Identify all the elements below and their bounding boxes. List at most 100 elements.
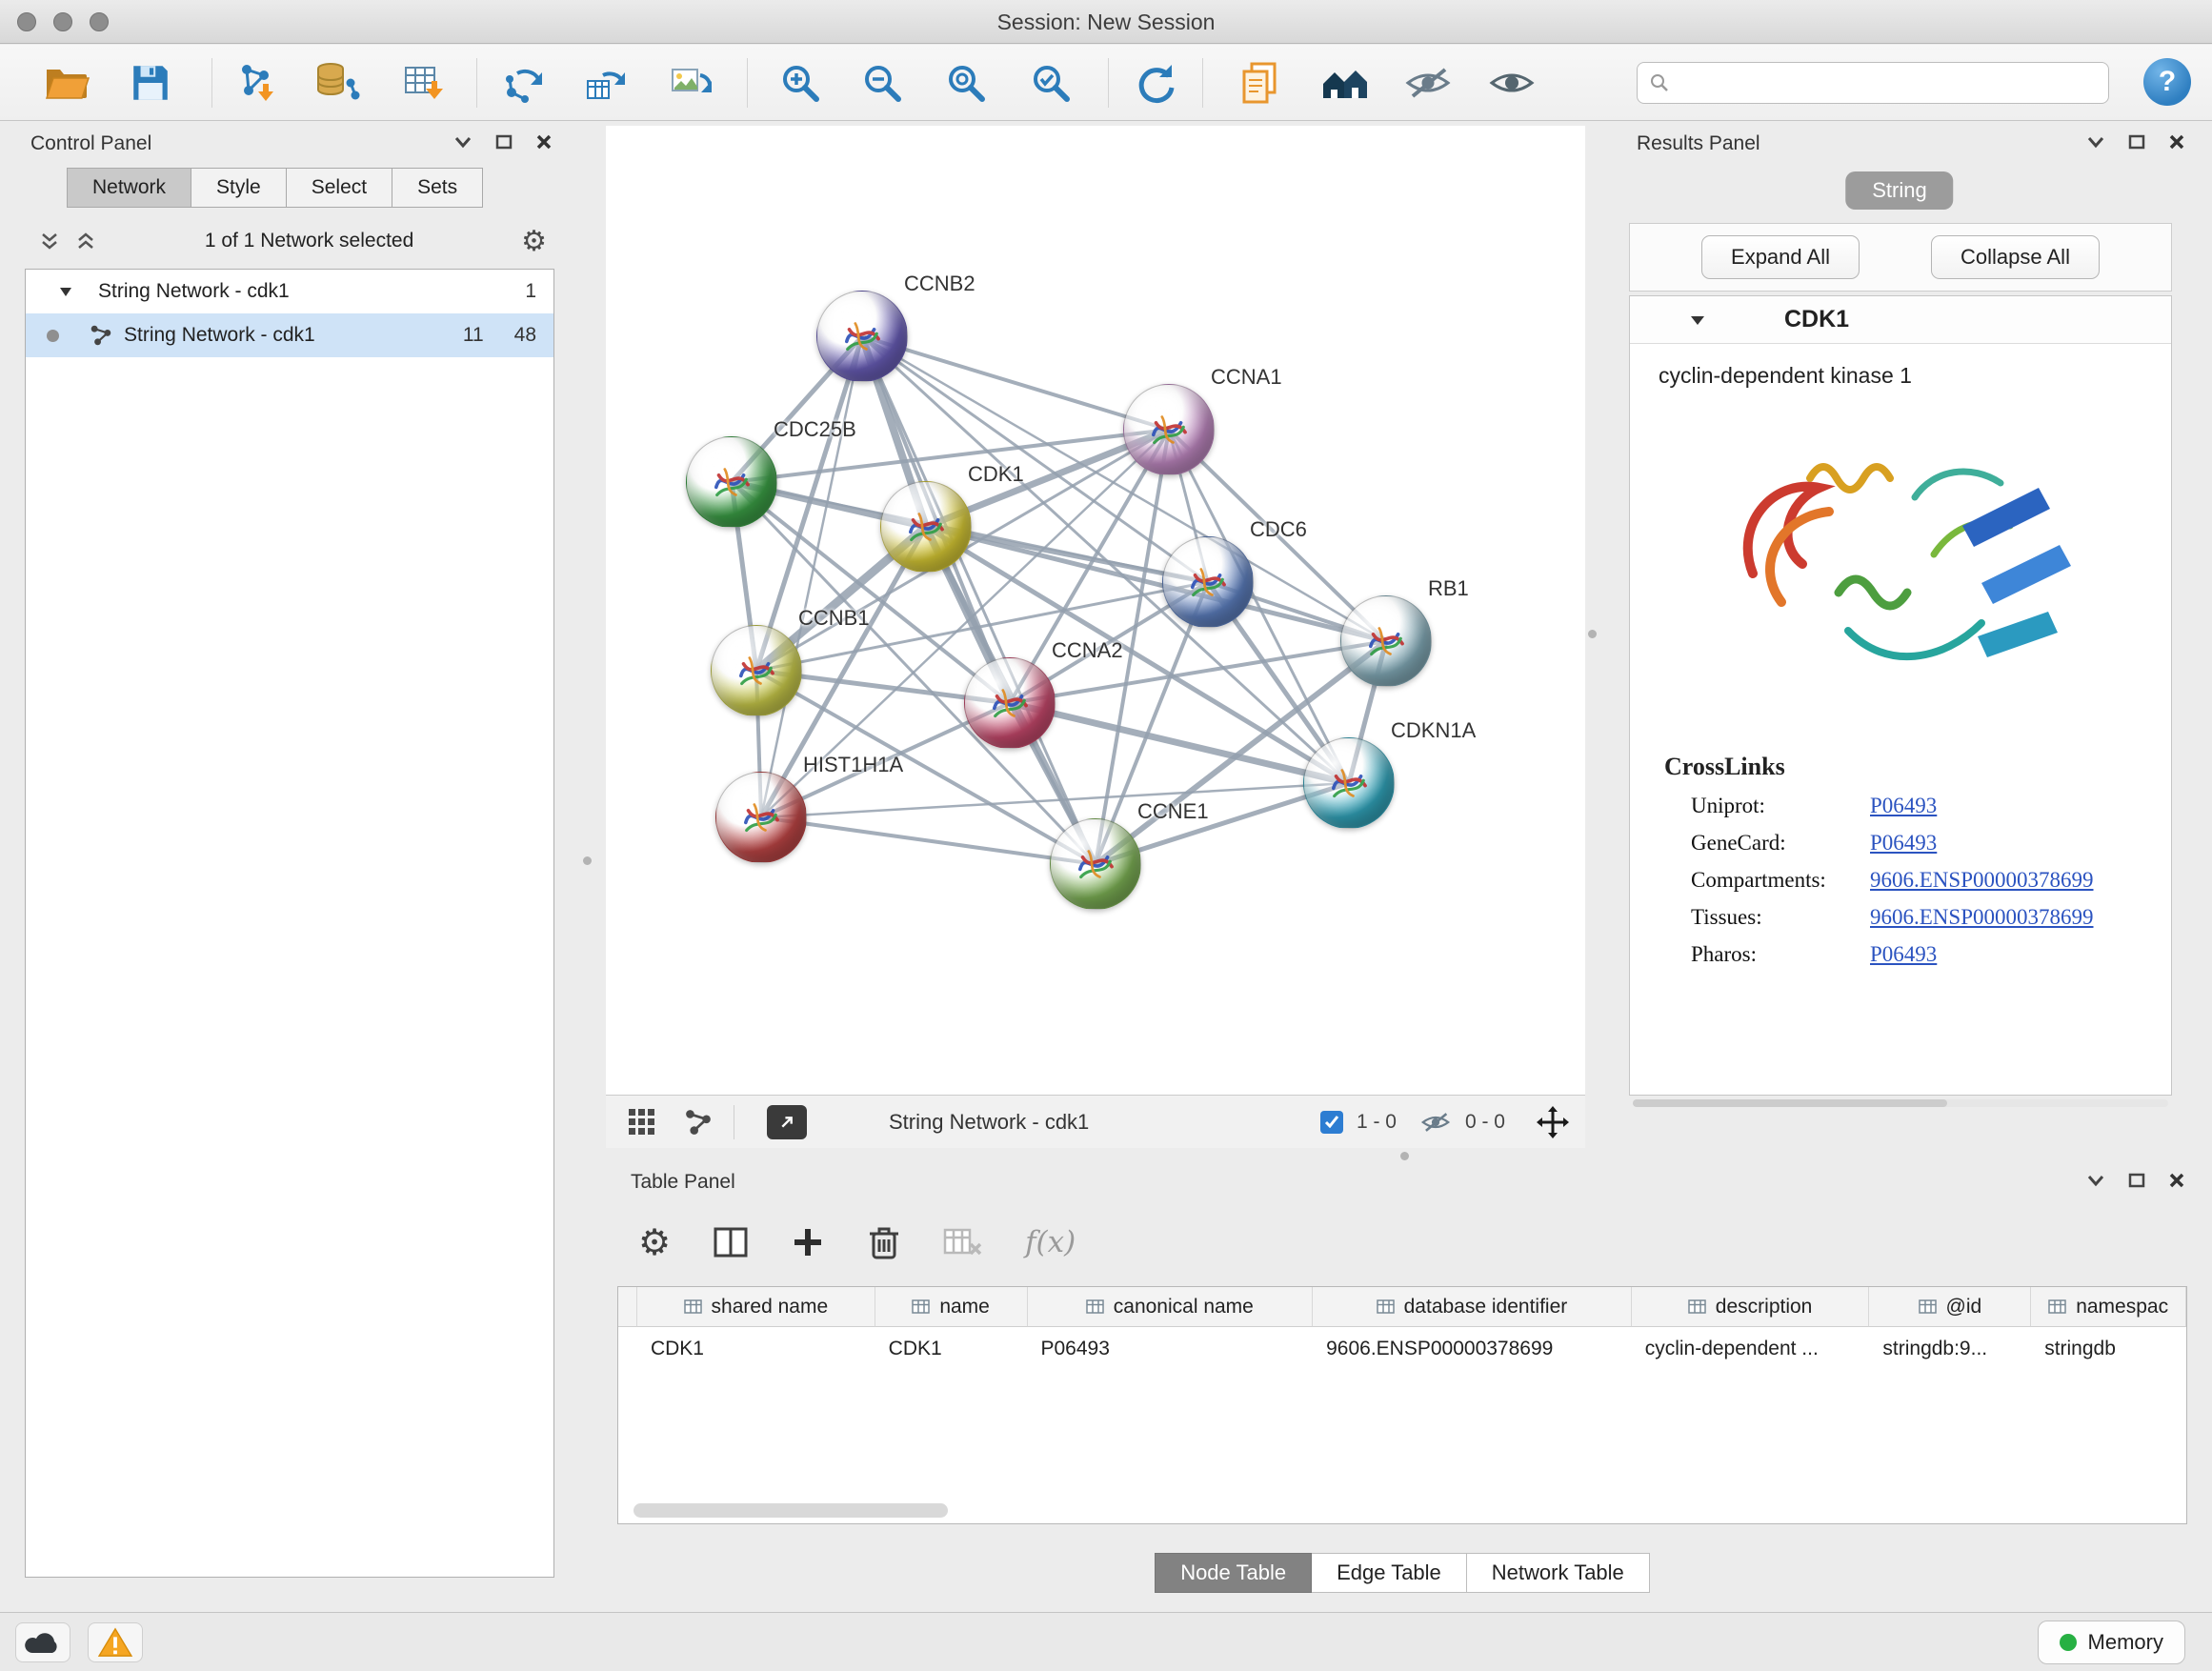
float-panel-icon[interactable] [2128, 1173, 2145, 1188]
vertical-splitter-handle[interactable] [583, 856, 592, 865]
expand-all-button[interactable]: Expand All [1701, 235, 1860, 279]
help-button[interactable]: ? [2143, 58, 2191, 106]
network-canvas[interactable]: CCNB2CCNA1CDC25BCDK1CDC6RB1CCNB1CCNA2CDK… [606, 126, 1585, 1095]
tab-network-table[interactable]: Network Table [1467, 1553, 1650, 1593]
expand-all-icon[interactable] [74, 230, 97, 252]
section-collapse-icon[interactable] [1689, 313, 1706, 327]
pan-move-icon[interactable] [1536, 1105, 1570, 1139]
collapse-all-button[interactable]: Collapse All [1931, 235, 2100, 279]
network-node-ccnb2[interactable] [816, 291, 908, 382]
tab-style[interactable]: Style [191, 168, 287, 208]
network-node-hist1h1a[interactable] [715, 772, 807, 863]
show-all-button[interactable] [1485, 56, 1538, 110]
network-node-ccna2[interactable] [964, 657, 1056, 749]
column-header-shared-name[interactable]: shared name [637, 1287, 875, 1327]
close-panel-icon[interactable] [2168, 1172, 2185, 1189]
network-node-ccne1[interactable] [1050, 818, 1141, 910]
table-cell[interactable]: CDK1 [875, 1327, 1028, 1371]
table-options-gear-icon[interactable]: ⚙ [638, 1221, 671, 1263]
tab-network[interactable]: Network [67, 168, 191, 208]
crosslink-link[interactable]: 9606.ENSP00000378699 [1870, 905, 2094, 930]
column-header-database-identifier[interactable]: database identifier [1313, 1287, 1632, 1327]
cloud-status-button[interactable] [15, 1622, 70, 1662]
column-header-name[interactable]: name [875, 1287, 1028, 1327]
network-node-ccnb1[interactable] [711, 625, 802, 716]
table-cell[interactable]: stringdb [2031, 1327, 2186, 1371]
panel-menu-chevron-icon[interactable] [2086, 1174, 2105, 1187]
tab-string[interactable]: String [1845, 171, 1953, 210]
close-panel-icon[interactable] [535, 133, 553, 151]
open-session-button[interactable] [40, 56, 93, 110]
close-panel-icon[interactable] [2168, 133, 2185, 151]
network-share-icon[interactable] [684, 1108, 713, 1137]
network-node-rb1[interactable] [1340, 595, 1432, 687]
network-node-ccna1[interactable] [1123, 384, 1215, 475]
import-network-file-button[interactable] [231, 56, 285, 110]
horizontal-splitter-handle[interactable] [1400, 1152, 1409, 1160]
network-edge[interactable] [1010, 703, 1349, 783]
column-header-description[interactable]: description [1632, 1287, 1870, 1327]
search-input[interactable] [1679, 71, 2097, 94]
crosslink-link[interactable]: 9606.ENSP00000378699 [1870, 868, 2094, 893]
network-node-cdc6[interactable] [1162, 536, 1254, 628]
network-node-cdkn1a[interactable] [1303, 737, 1395, 829]
zoom-in-button[interactable] [774, 56, 827, 110]
table-cell[interactable]: P06493 [1027, 1327, 1313, 1371]
grid-view-icon[interactable] [627, 1107, 657, 1137]
network-node-cdc25b[interactable] [686, 436, 777, 528]
first-neighbors-button[interactable] [1318, 56, 1372, 110]
zoom-selected-button[interactable] [1024, 56, 1077, 110]
select-columns-icon[interactable] [713, 1226, 749, 1258]
network-edge[interactable] [862, 336, 1169, 430]
table-cell[interactable]: CDK1 [637, 1327, 875, 1371]
gene-section-header[interactable]: CDK1 [1630, 296, 2171, 344]
network-collection-row[interactable]: String Network - cdk1 1 [26, 270, 553, 313]
export-image-button[interactable] [665, 56, 718, 110]
column-header-namespac[interactable]: namespac [2031, 1287, 2186, 1327]
hide-selected-button[interactable] [1401, 56, 1455, 110]
panel-menu-chevron-icon[interactable] [2086, 135, 2105, 149]
crosslink-link[interactable]: P06493 [1870, 942, 1937, 967]
new-network-from-selection-button[interactable] [580, 56, 633, 110]
network-edge[interactable] [761, 336, 862, 817]
vertical-splitter-handle[interactable] [1588, 630, 1597, 638]
search-box[interactable] [1637, 62, 2109, 104]
copy-document-button[interactable] [1233, 56, 1286, 110]
network-node-cdk1[interactable] [880, 481, 972, 573]
save-session-button[interactable] [124, 56, 177, 110]
import-table-file-button[interactable] [398, 56, 452, 110]
delete-column-trash-icon[interactable] [867, 1223, 901, 1261]
table-cell[interactable]: cyclin-dependent ... [1632, 1327, 1870, 1371]
network-edge[interactable] [862, 336, 1096, 864]
add-column-icon[interactable] [791, 1225, 825, 1259]
tab-edge-table[interactable]: Edge Table [1312, 1553, 1467, 1593]
collapse-all-icon[interactable] [38, 230, 61, 252]
column-header-canonical-name[interactable]: canonical name [1028, 1287, 1314, 1327]
import-network-database-button[interactable] [311, 56, 364, 110]
birdseye-view-button[interactable] [767, 1105, 807, 1139]
tab-node-table[interactable]: Node Table [1155, 1553, 1312, 1593]
zoom-fit-button[interactable] [939, 56, 993, 110]
memory-button[interactable]: Memory [2038, 1621, 2185, 1664]
float-panel-icon[interactable] [495, 134, 513, 150]
warnings-button[interactable] [88, 1622, 143, 1662]
network-row[interactable]: String Network - cdk1 11 48 [26, 313, 553, 357]
function-builder-button[interactable]: f(x) [1025, 1225, 1076, 1259]
results-horizontal-scrollbar[interactable] [1633, 1099, 2168, 1107]
tree-expander-icon[interactable] [58, 285, 73, 298]
float-panel-icon[interactable] [2128, 134, 2145, 150]
tab-select[interactable]: Select [287, 168, 392, 208]
hidden-eye-slash-icon[interactable] [1419, 1111, 1452, 1134]
new-network-button[interactable] [498, 56, 552, 110]
crosslink-link[interactable]: P06493 [1870, 794, 1937, 818]
selected-checkbox-icon[interactable] [1320, 1111, 1343, 1134]
network-options-gear-icon[interactable]: ⚙ [521, 225, 547, 258]
table-cell[interactable]: stringdb:9... [1869, 1327, 2031, 1371]
table-cell[interactable]: 9606.ENSP00000378699 [1313, 1327, 1632, 1371]
tab-sets[interactable]: Sets [392, 168, 483, 208]
refresh-layout-button[interactable] [1129, 56, 1182, 110]
crosslink-link[interactable]: P06493 [1870, 831, 1937, 856]
network-edge[interactable] [761, 817, 1096, 864]
panel-menu-chevron-icon[interactable] [453, 135, 473, 149]
table-horizontal-scrollbar[interactable] [633, 1503, 948, 1518]
